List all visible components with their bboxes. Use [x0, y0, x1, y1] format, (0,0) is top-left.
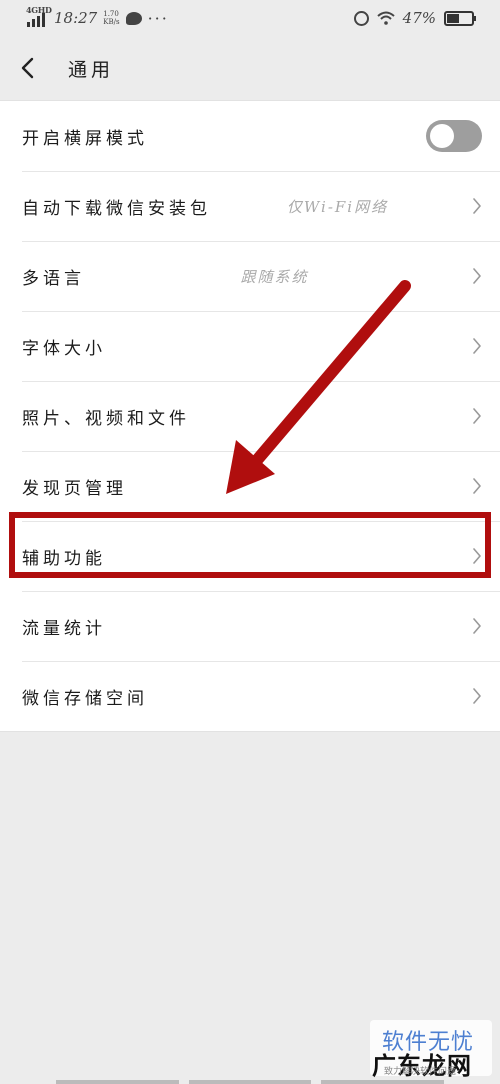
- settings-row-label: 自动下载微信安装包: [22, 198, 211, 219]
- chevron-left-icon[interactable]: [16, 57, 38, 79]
- settings-row[interactable]: 辅助功能: [0, 521, 500, 591]
- chevron-right-icon: [473, 688, 481, 704]
- toggle-knob: [430, 124, 454, 148]
- chevron-right-icon: [473, 338, 481, 354]
- settings-row-value: 跟随系统: [240, 267, 309, 286]
- settings-row-label: 发现页管理: [22, 478, 127, 499]
- signal-icon: 4GHD: [26, 5, 52, 29]
- settings-row-label: 流量统计: [22, 618, 106, 639]
- chat-notification-icon: [125, 11, 142, 25]
- watermark-sub: 致力解决软件问题: [384, 1067, 457, 1077]
- page-title: 通用: [68, 58, 115, 81]
- wifi-icon: [376, 11, 395, 25]
- settings-row[interactable]: 流量统计: [0, 591, 500, 661]
- landscape-mode-toggle[interactable]: [426, 120, 482, 152]
- settings-row-label: 辅助功能: [22, 548, 106, 569]
- settings-row[interactable]: 发现页管理: [0, 451, 500, 521]
- settings-row-label: 开启横屏模式: [22, 128, 148, 149]
- more-notifications: ···: [147, 8, 169, 28]
- settings-row[interactable]: 字体大小: [0, 311, 500, 381]
- settings-row[interactable]: 多语言 跟随系统: [0, 241, 500, 311]
- chevron-right-icon: [473, 268, 481, 284]
- settings-row[interactable]: 开启横屏模式: [0, 101, 500, 171]
- speed-unit: KB/s: [103, 18, 120, 26]
- chevron-right-icon: [473, 478, 481, 494]
- home-indicator: [56, 1080, 445, 1084]
- chevron-right-icon: [473, 548, 481, 564]
- settings-list: 开启横屏模式自动下载微信安装包 仅Wi-Fi网络多语言 跟随系统字体大小照片、视频和…: [0, 100, 500, 732]
- status-left: 4GHD 18:27 1.70 KB/s ···: [26, 5, 169, 29]
- screen: 4GHD 18:27 1.70 KB/s ··· 47% 通用 开启横屏模式 自…: [0, 0, 500, 1084]
- chevron-right-icon: [473, 408, 481, 424]
- status-time: 18:27: [54, 9, 98, 27]
- battery-percent: 47%: [402, 9, 436, 27]
- status-right: 47%: [353, 9, 476, 27]
- settings-row-label: 微信存储空间: [22, 688, 148, 709]
- alarm-icon: [353, 10, 369, 26]
- watermark-logo: 软件无忧 广东龙网 致力解决软件问题: [370, 1020, 492, 1080]
- settings-row[interactable]: 微信存储空间: [0, 661, 500, 731]
- settings-row-label: 照片、视频和文件: [22, 408, 190, 429]
- speed-value: 1.70: [103, 10, 119, 18]
- settings-row-label: 字体大小: [22, 338, 106, 359]
- settings-row[interactable]: 照片、视频和文件: [0, 381, 500, 451]
- network-speed: 1.70 KB/s: [103, 10, 119, 26]
- nav-bar: 通用: [0, 36, 500, 100]
- chevron-right-icon: [473, 198, 481, 214]
- settings-row-value: 仅Wi-Fi网络: [286, 197, 389, 216]
- status-bar: 4GHD 18:27 1.70 KB/s ··· 47%: [0, 0, 500, 36]
- chevron-right-icon: [473, 618, 481, 634]
- settings-row[interactable]: 自动下载微信安装包 仅Wi-Fi网络: [0, 171, 500, 241]
- battery-icon: [444, 10, 476, 26]
- settings-row-label: 多语言: [22, 268, 85, 289]
